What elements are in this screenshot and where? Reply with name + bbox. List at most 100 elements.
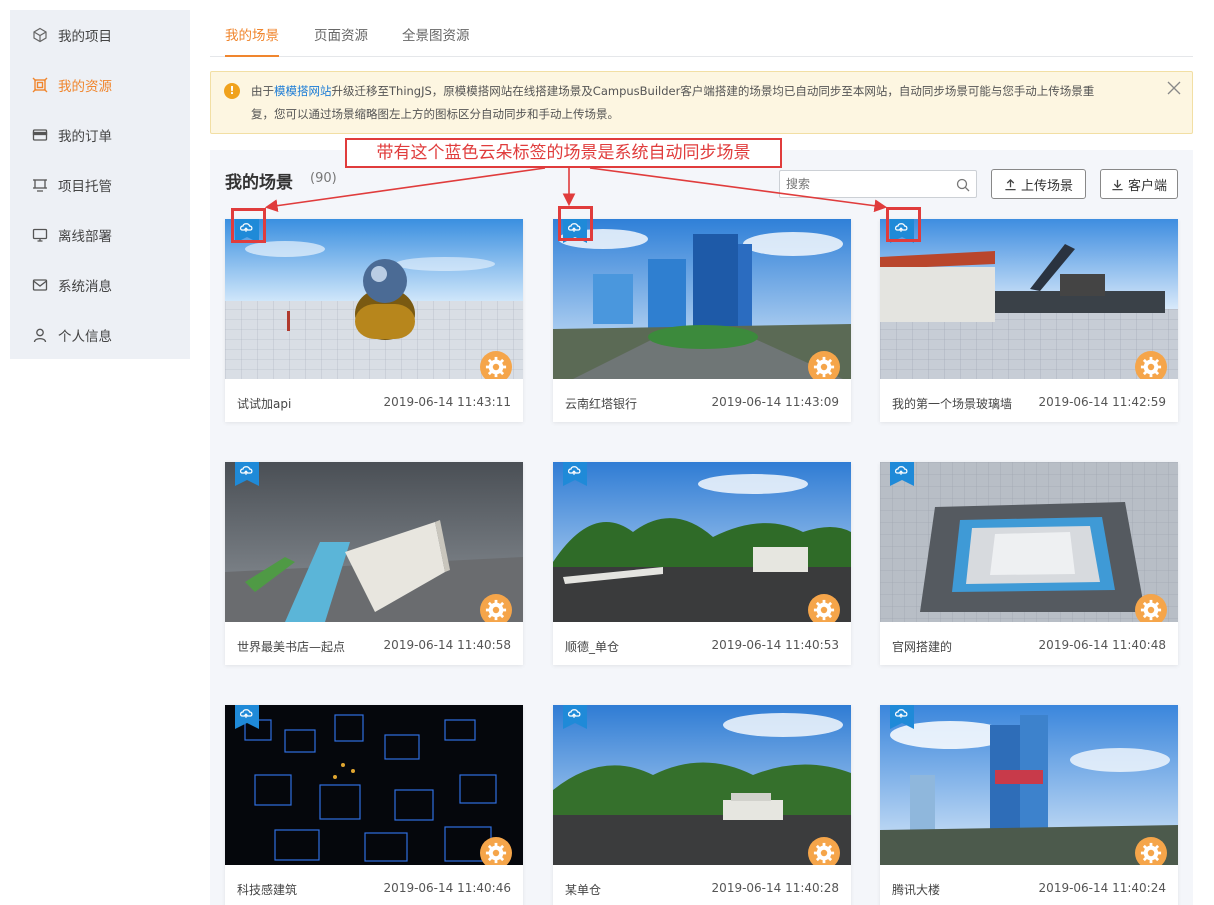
migration-notice: ! 由于模模搭网站升级迁移至ThingJS，原模模搭网站在线搭建场景及Campu… [210, 71, 1193, 134]
gear-icon[interactable] [480, 837, 512, 865]
sidebar-item-label: 离线部署 [58, 229, 112, 245]
card-icon [32, 127, 48, 143]
sidebar-item-label: 我的订单 [58, 129, 112, 145]
scene-count: (90) [310, 171, 337, 186]
scene-name: 云南红塔银行 [565, 397, 638, 411]
gear-icon[interactable] [1135, 351, 1167, 379]
scene-card[interactable]: 科技感建筑 2019-06-14 11:40:46 [225, 705, 523, 905]
cloud-sync-icon [235, 705, 259, 729]
search-box [779, 170, 977, 198]
tencent-scene [880, 705, 1178, 865]
sidebar-item-project-hosting[interactable]: 项目托管 [10, 160, 190, 210]
tab-page-resources[interactable]: 页面资源 [314, 18, 368, 57]
notice-text: 由于模模搭网站升级迁移至ThingJS，原模模搭网站在线搭建场景及CampusB… [251, 80, 1151, 126]
cube-icon [32, 27, 48, 43]
scene-timestamp: 2019-06-14 11:40:48 [1038, 638, 1166, 652]
scene-timestamp: 2019-06-14 11:40:46 [383, 881, 511, 895]
tower-scene [553, 219, 851, 379]
annotation-label: 带有这个蓝色云朵标签的场景是系统自动同步场景 [345, 138, 782, 168]
scene-card[interactable]: 试试加api 2019-06-14 11:43:11 [225, 219, 523, 422]
scene-name: 世界最美书店—起点 [237, 640, 346, 654]
notice-link[interactable]: 模模搭网站 [274, 84, 332, 98]
scene-name: 官网搭建的 [892, 640, 953, 654]
mail-icon [32, 277, 48, 293]
park-scene [553, 462, 851, 622]
gear-icon[interactable] [480, 594, 512, 622]
gear-icon[interactable] [1135, 837, 1167, 865]
tab-my-scenes[interactable]: 我的场景 [225, 18, 279, 57]
scene-thumbnail[interactable] [553, 462, 851, 622]
scene-name: 我的第一个场景玻璃墙 [892, 397, 1013, 411]
sidebar-item-personal-info[interactable]: 个人信息 [10, 310, 190, 360]
gear-icon[interactable] [808, 351, 840, 379]
cloud-sync-icon [890, 462, 914, 486]
sidebar: 我的项目 我的资源 我的订单 项目托管 离线部署 系统消息 个人信息 [10, 10, 190, 359]
scene-thumbnail[interactable] [880, 219, 1178, 379]
upload-icon [1005, 178, 1016, 190]
client-label: 客户端 [1127, 178, 1167, 194]
user-icon [32, 327, 48, 343]
scene-timestamp: 2019-06-14 11:40:24 [1038, 881, 1166, 895]
globe-scene [225, 219, 523, 379]
gear-icon[interactable] [808, 594, 840, 622]
notice-prefix: 由于 [251, 84, 274, 98]
scene-name: 科技感建筑 [237, 883, 298, 897]
notice-line1: 升级迁移至ThingJS，原模模搭网站在线搭建场景及CampusBuilder客… [331, 84, 1095, 98]
scene-timestamp: 2019-06-14 11:43:09 [711, 395, 839, 409]
sidebar-item-offline-deploy[interactable]: 离线部署 [10, 210, 190, 260]
warning-icon: ! [224, 83, 240, 99]
upload-scene-button[interactable]: 上传场景 [991, 169, 1086, 199]
sidebar-item-label: 个人信息 [58, 329, 112, 345]
sidebar-item-my-resources[interactable]: 我的资源 [10, 60, 190, 110]
scene-thumbnail[interactable] [880, 462, 1178, 622]
sidebar-item-label: 项目托管 [58, 179, 112, 195]
scene-name: 试试加api [237, 397, 292, 411]
client-download-button[interactable]: 客户端 [1100, 169, 1178, 199]
scene-thumbnail[interactable] [880, 705, 1178, 865]
scene-thumbnail[interactable] [553, 705, 851, 865]
cloud-sync-icon [563, 462, 587, 486]
scene-timestamp: 2019-06-14 11:40:53 [711, 638, 839, 652]
tech-scene [225, 705, 523, 865]
download-icon [1112, 179, 1123, 190]
crane-scene [880, 219, 1178, 379]
sidebar-item-my-orders[interactable]: 我的订单 [10, 110, 190, 160]
sidebar-item-my-projects[interactable]: 我的项目 [10, 10, 190, 60]
scene-thumbnail[interactable] [225, 219, 523, 379]
scene-name: 腾讯大楼 [892, 883, 941, 897]
close-icon[interactable] [1166, 80, 1182, 96]
scene-card[interactable]: 顺德_单仓 2019-06-14 11:40:53 [553, 462, 851, 665]
hosting-icon [32, 177, 48, 193]
scene-card[interactable]: 腾讯大楼 2019-06-14 11:40:24 [880, 705, 1178, 905]
scene-card[interactable]: 官网搭建的 2019-06-14 11:40:48 [880, 462, 1178, 665]
monitor-icon [32, 227, 48, 243]
tab-panorama-resources[interactable]: 全景图资源 [402, 18, 470, 57]
gear-icon[interactable] [1135, 594, 1167, 622]
search-input[interactable] [780, 171, 940, 197]
upload-label: 上传场景 [1020, 178, 1073, 194]
scene-thumbnail[interactable] [553, 219, 851, 379]
cloud-sync-icon [890, 705, 914, 729]
resource-frame-icon [32, 77, 48, 93]
scene-timestamp: 2019-06-14 11:43:11 [383, 395, 511, 409]
scene-timestamp: 2019-06-14 11:40:58 [383, 638, 511, 652]
sidebar-item-label: 我的资源 [58, 79, 112, 95]
gear-icon[interactable] [480, 351, 512, 379]
scene-thumbnail[interactable] [225, 462, 523, 622]
cloud-sync-icon [563, 705, 587, 729]
sidebar-item-system-messages[interactable]: 系统消息 [10, 260, 190, 310]
sidebar-item-label: 系统消息 [58, 279, 112, 295]
cloud-sync-icon [235, 462, 259, 486]
room-scene [880, 462, 1178, 622]
scene-timestamp: 2019-06-14 11:40:28 [711, 881, 839, 895]
scene-thumbnail[interactable] [225, 705, 523, 865]
scene-card[interactable]: 世界最美书店—起点 2019-06-14 11:40:58 [225, 462, 523, 665]
gear-icon[interactable] [808, 837, 840, 865]
search-icon[interactable] [956, 177, 970, 192]
scene-card[interactable]: 某单仓 2019-06-14 11:40:28 [553, 705, 851, 905]
panel-title: 我的场景 [225, 173, 293, 193]
scene-card[interactable]: 云南红塔银行 2019-06-14 11:43:09 [553, 219, 851, 422]
scene-card[interactable]: 我的第一个场景玻璃墙 2019-06-14 11:42:59 [880, 219, 1178, 422]
annotation-highlight-box [558, 206, 593, 241]
annotation-highlight-box [886, 207, 921, 242]
